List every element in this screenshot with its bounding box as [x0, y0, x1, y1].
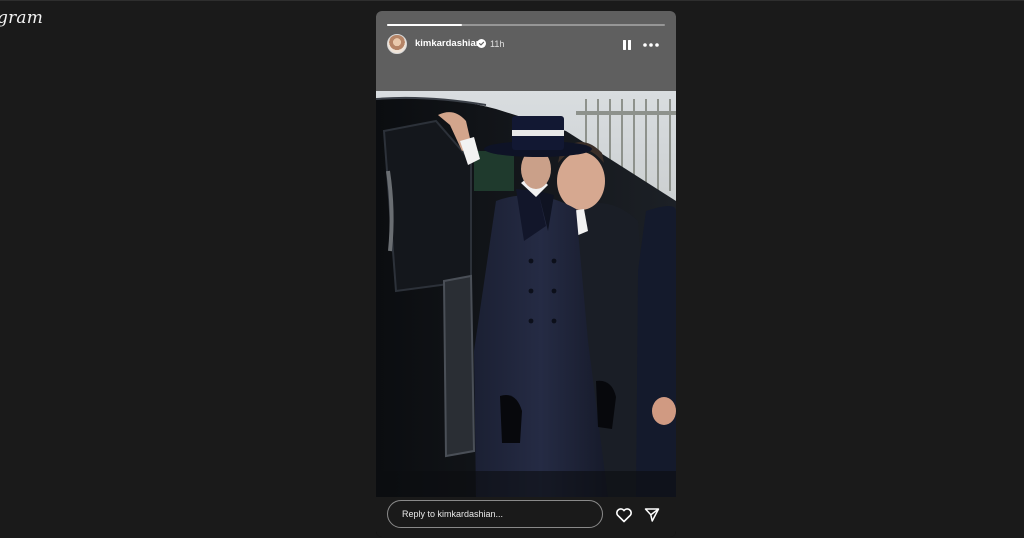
heart-icon[interactable] — [615, 507, 633, 523]
story-header: kimkardashian 11h — [376, 11, 676, 91]
instagram-logo[interactable]: gram — [0, 8, 43, 28]
pause-icon[interactable] — [620, 38, 634, 52]
more-options-icon[interactable] — [642, 39, 660, 51]
profile-avatar[interactable] — [387, 34, 407, 54]
top-border — [0, 0, 1024, 1]
story-username[interactable]: kimkardashian — [415, 38, 482, 49]
story-viewer[interactable]: kimkardashian 11h — [376, 11, 676, 537]
story-footer — [376, 497, 676, 537]
story-progress-bar — [387, 24, 665, 26]
story-photo[interactable] — [376, 91, 676, 497]
send-icon[interactable] — [644, 507, 660, 523]
reply-input[interactable] — [387, 500, 603, 528]
story-timestamp: 11h — [490, 39, 505, 49]
verified-badge-icon — [477, 39, 486, 48]
story-progress-fill — [387, 24, 463, 26]
